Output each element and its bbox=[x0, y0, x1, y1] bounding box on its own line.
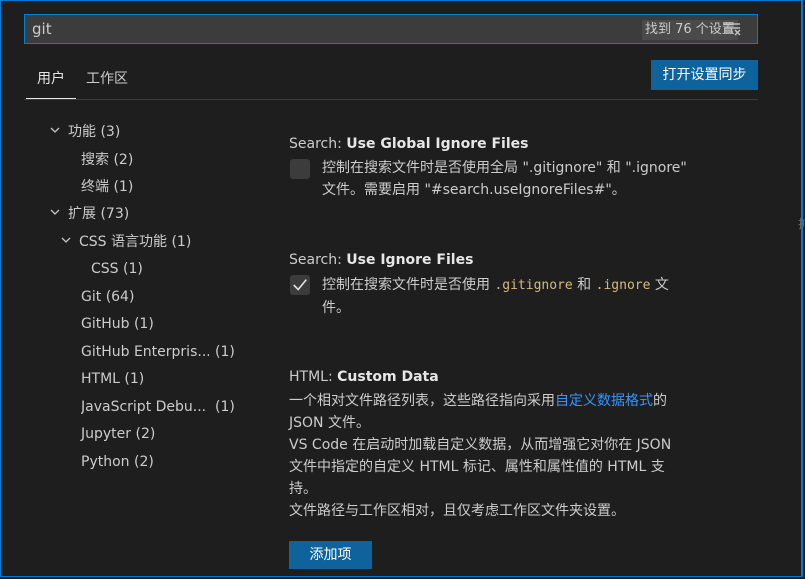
toc-item-label: GitHub bbox=[81, 316, 130, 332]
setting-description: 控制在搜索文件时是否使用 .gitignore 和 .ignore 文 件。 bbox=[322, 274, 752, 319]
setting-html-custom-data: HTML: Custom Data 一个相对文件路径列表，这些路径指向采用自定义… bbox=[289, 367, 759, 522]
setting-category: HTML: bbox=[289, 369, 338, 385]
toc-item-label: CSS bbox=[91, 261, 119, 277]
filter-settings-icon[interactable] bbox=[723, 21, 741, 37]
toc-item-label: Jupyter bbox=[81, 426, 132, 442]
setting-category: Search: bbox=[289, 252, 347, 268]
toc-item-features[interactable]: 功能 (3) bbox=[50, 120, 120, 144]
toc-item-count: (1) bbox=[215, 344, 235, 360]
toc-item-count: (2) bbox=[135, 426, 156, 442]
toc-item-count: (1) bbox=[215, 399, 235, 415]
toc-item-search[interactable]: 搜索 (2) bbox=[81, 148, 133, 172]
toc-item-label: JavaScript Debu... bbox=[81, 399, 207, 415]
settings-scope-tabs: 用户 工作区 bbox=[24, 62, 758, 100]
setting-title: Search: Use Ignore Files bbox=[289, 250, 749, 270]
toc-item-css[interactable]: CSS (1) bbox=[91, 257, 143, 281]
toc-item-count: (1) bbox=[171, 234, 192, 250]
toc-item-terminal[interactable]: 终端 (1) bbox=[81, 175, 133, 199]
description-line: VS Code 在启动时加载自定义数据，从而增强它对你在 JSON bbox=[289, 437, 672, 453]
tab-user[interactable]: 用户 bbox=[26, 62, 76, 99]
turn-on-settings-sync-button[interactable]: 打开设置同步 bbox=[651, 60, 758, 90]
toc-item-count: (1) bbox=[113, 179, 134, 195]
setting-title: HTML: Custom Data bbox=[289, 367, 759, 387]
description-text: 控制在搜索文件时是否使用 bbox=[322, 277, 495, 293]
toc-item-github-enterprise[interactable]: GitHub Enterpris... (1) bbox=[81, 340, 241, 364]
setting-description: 一个相对文件路径列表，这些路径指向采用自定义数据格式的 JSON 文件。 VS … bbox=[289, 390, 759, 522]
toc-item-count: (1) bbox=[123, 261, 143, 277]
description-line: 件。 bbox=[322, 300, 350, 316]
code-gitignore: .gitignore bbox=[494, 278, 573, 293]
toc-item-count: (73) bbox=[100, 206, 130, 222]
add-item-button[interactable]: 添加项 bbox=[289, 541, 372, 569]
description-line: 控制在搜索文件时是否使用全局 ".gitignore" 和 ".ignore" bbox=[322, 160, 687, 176]
search-input[interactable]: git bbox=[32, 15, 52, 43]
description-text: 的 bbox=[653, 393, 667, 409]
chevron-down-icon bbox=[50, 209, 60, 215]
checkmark-icon bbox=[293, 279, 307, 291]
setting-name: Custom Data bbox=[337, 369, 439, 385]
toc-item-count: (1) bbox=[133, 316, 154, 332]
setting-description: 控制在搜索文件时是否使用全局 ".gitignore" 和 ".ignore" … bbox=[322, 157, 752, 201]
description-text: 文 bbox=[650, 277, 669, 293]
toc-item-label: 搜索 bbox=[81, 152, 109, 168]
toc-item-label: 扩展 bbox=[68, 206, 96, 222]
settings-search-box[interactable]: git 找到 76 个设置 bbox=[24, 14, 758, 44]
description-line: JSON 文件。 bbox=[289, 415, 370, 431]
toc-item-css-language-features[interactable]: CSS 语言功能 (1) bbox=[61, 230, 191, 254]
toc-item-count: (3) bbox=[100, 124, 121, 140]
chevron-down-icon bbox=[50, 127, 60, 133]
scroll-edge-marker: 扩 bbox=[798, 217, 805, 231]
toc-item-javascript-debugger[interactable]: JavaScript Debu... (1) bbox=[81, 395, 241, 419]
setting-name: Use Ignore Files bbox=[346, 252, 474, 268]
toc-item-label: Git bbox=[81, 289, 102, 305]
tab-workspace[interactable]: 工作区 bbox=[86, 62, 128, 98]
chevron-down-icon bbox=[61, 237, 71, 243]
description-line: 持。 bbox=[289, 481, 317, 497]
description-line: 文件路径与工作区相对，且仅考虑工作区文件夹设置。 bbox=[289, 503, 625, 519]
toc-item-label: Python bbox=[81, 454, 130, 470]
toc-item-label: 终端 bbox=[81, 179, 109, 195]
toc-item-label: HTML bbox=[81, 371, 120, 387]
toc-item-git[interactable]: Git (64) bbox=[81, 285, 134, 309]
description-line: 文件中指定的自定义 HTML 标记、属性和属性值的 HTML 支 bbox=[289, 459, 665, 475]
toc-item-count: (2) bbox=[113, 152, 134, 168]
description-line: 文件。需要启用 "#search.useIgnoreFiles#"。 bbox=[322, 182, 626, 198]
description-line: 控制在搜索文件时是否使用 .gitignore 和 .ignore 文 bbox=[322, 274, 752, 297]
code-ignore: .ignore bbox=[595, 278, 651, 293]
toc-item-github[interactable]: GitHub (1) bbox=[81, 312, 154, 336]
toc-item-label: CSS 语言功能 bbox=[79, 234, 167, 250]
toc-item-count: (1) bbox=[124, 371, 145, 387]
tabs-divider bbox=[24, 99, 758, 100]
setting-search-use-global-ignore-files: Search: Use Global Ignore Files 控制在搜索文件时… bbox=[289, 134, 749, 198]
setting-search-use-ignore-files: Search: Use Ignore Files 控制在搜索文件时是否使用 .g… bbox=[289, 250, 749, 316]
global-ignore-checkbox[interactable] bbox=[290, 159, 310, 179]
toc-item-html[interactable]: HTML (1) bbox=[81, 367, 144, 391]
description-line: 一个相对文件路径列表，这些路径指向采用自定义数据格式的 bbox=[289, 390, 759, 412]
toc-item-jupyter[interactable]: Jupyter (2) bbox=[81, 422, 155, 446]
toc-item-label: GitHub Enterpris... bbox=[81, 344, 209, 360]
description-text: 一个相对文件路径列表，这些路径指向采用 bbox=[289, 393, 555, 409]
custom-data-format-link[interactable]: 自定义数据格式 bbox=[555, 393, 653, 409]
setting-category: Search: bbox=[289, 136, 347, 152]
setting-title: Search: Use Global Ignore Files bbox=[289, 134, 749, 154]
toc-item-extensions[interactable]: 扩展 (73) bbox=[50, 202, 129, 226]
toc-item-label: 功能 bbox=[68, 124, 96, 140]
toc-item-count: (2) bbox=[133, 454, 154, 470]
ignore-files-checkbox[interactable] bbox=[290, 275, 310, 295]
setting-name: Use Global Ignore Files bbox=[346, 136, 529, 152]
description-text: 和 bbox=[572, 277, 596, 293]
toc-item-python[interactable]: Python (2) bbox=[81, 450, 154, 474]
toc-item-count: (64) bbox=[105, 289, 135, 305]
